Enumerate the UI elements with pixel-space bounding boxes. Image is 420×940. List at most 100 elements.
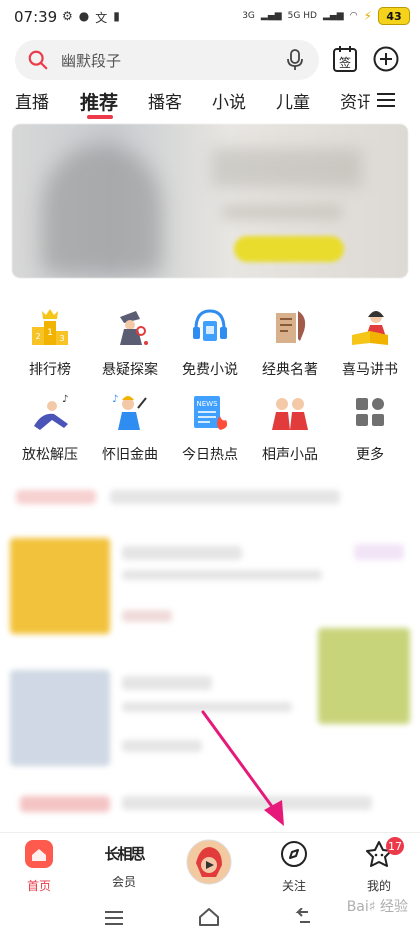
tab-news[interactable]: 资讯 [340,88,370,113]
category-label: 更多 [356,447,384,463]
feed-cover-1[interactable] [10,538,110,634]
category-classics[interactable]: 经典名著 [248,305,332,379]
center-cover-icon [186,839,232,885]
banner-headline-blur [212,148,362,188]
status-bar: 07:39 ⚙ ● 文 ▮ 3G ▂▄▆ 5G HD ▂▄▆ ◠ ⚡ 43 [0,0,420,34]
checkin-calendar-icon[interactable]: 签 [332,45,358,73]
category-label: 排行榜 [29,362,71,378]
category-label: 放松解压 [22,447,78,463]
quill-scroll-icon [276,311,306,343]
teacher-icon [352,311,388,345]
search-placeholder: 幽默段子 [61,51,122,70]
back-icon[interactable] [292,908,312,926]
bottom-nav: 首页 长相思 会员 关注 17 我的 [0,832,420,895]
vip-icon: 长相思 [104,845,145,863]
feed-line-blur-2 [122,796,372,810]
svg-text:NEWS: NEWS [196,400,218,408]
nav-center-player[interactable] [174,839,244,889]
translate-icon: 文 [95,11,108,25]
feed-badge-blur [354,544,404,560]
channel-tabs: 直播 推荐 播客 小说 儿童 资讯 [0,88,420,122]
compass-icon [281,841,307,867]
tab-novel[interactable]: 小说 [212,88,246,113]
feed-cover-2[interactable] [10,670,110,766]
category-oldies[interactable]: ♪ 怀旧金曲 [88,390,172,464]
menu-icon[interactable] [376,92,396,108]
svg-text:3: 3 [59,334,64,343]
category-label: 免费小说 [182,362,238,378]
battery-saver-icon: ▮ [113,9,120,23]
banner-subline-blur [222,204,342,220]
nav-vip[interactable]: 长相思 会员 [89,839,159,890]
nav-follow[interactable]: 关注 [259,839,329,894]
feed-title-blur-2 [122,676,212,690]
gear-icon: ⚙ [62,9,73,23]
baidu-watermark-logo: Bai♯ 经验 [346,899,408,915]
category-label: 今日热点 [182,447,238,463]
search-bar[interactable]: 幽默段子 [15,40,319,80]
category-free-novel[interactable]: 免费小说 [168,305,252,379]
home-system-icon[interactable] [198,907,220,927]
nav-label: 首页 [26,879,51,893]
nav-home[interactable]: 首页 [4,839,74,894]
category-book-talk[interactable]: 喜马讲书 [328,305,412,379]
checkin-label: 签 [339,55,351,70]
category-comedy[interactable]: 相声小品 [248,390,332,464]
nav-label: 会员 [111,875,136,889]
network-2: 5G HD [287,11,317,21]
svg-text:2: 2 [35,332,40,341]
feed-tag-blur [16,490,96,504]
category-relax[interactable]: ♪ 放松解压 [8,390,92,464]
search-icon [28,50,48,70]
status-notification-icons: ⚙ ● 文 ▮ [62,9,120,26]
home-icon [25,840,53,868]
battery-indicator: 43 [378,7,410,25]
charging-icon: ⚡ [363,9,372,23]
tab-live[interactable]: 直播 [15,88,49,113]
microphone-icon[interactable] [285,48,305,72]
tab-podcast[interactable]: 播客 [148,88,182,113]
comedy-icon [272,398,308,430]
nav-label: 我的 [366,879,391,893]
chat-bubble-icon: ● [78,9,90,23]
news-icon: NEWS [194,396,228,430]
content-feed [0,470,420,830]
banner-cta-button[interactable] [234,236,344,262]
feed-line-blur [110,490,340,504]
category-mystery[interactable]: 悬疑探案 [88,305,172,379]
recent-apps-icon[interactable] [104,910,124,926]
category-more[interactable]: 更多 [328,390,412,464]
add-circle-icon[interactable] [373,46,399,72]
category-label: 喜马讲书 [342,362,398,378]
notification-badge: 17 [386,837,404,855]
network-1: 3G [242,11,255,21]
signal-icon-2: ▂▄▆ [322,11,344,21]
detective-icon [120,311,148,345]
wifi-icon: ◠ [349,11,358,21]
svg-text:♪: ♪ [112,394,118,405]
feed-tag-blur-2 [20,796,110,812]
active-tab-indicator [87,115,113,119]
category-hot-news[interactable]: NEWS 今日热点 [168,390,252,464]
singer-icon: ♪ [112,394,147,430]
feed-desc-blur-2 [122,702,292,712]
status-right: 3G ▂▄▆ 5G HD ▂▄▆ ◠ ⚡ 43 [242,7,410,25]
nav-label: 关注 [281,879,306,893]
feed-title-blur-1 [122,546,242,560]
feed-desc-blur-1 [122,570,322,580]
feed-meta-blur-2 [122,740,202,752]
svg-text:♪: ♪ [62,394,68,405]
category-label: 怀旧金曲 [102,447,158,463]
feed-meta-blur-1 [122,610,172,622]
signal-icon: ▂▄▆ [260,11,282,21]
tab-kids[interactable]: 儿童 [276,88,310,113]
promo-banner[interactable] [12,124,408,278]
category-label: 悬疑探案 [102,362,158,378]
relax-icon: ♪ [34,394,68,430]
category-ranking[interactable]: 2 1 3 排行榜 [8,305,92,379]
tab-recommend[interactable]: 推荐 [80,88,118,115]
svg-text:1: 1 [47,328,53,338]
nav-mine[interactable]: 17 我的 [344,837,414,894]
feed-ad-image[interactable] [318,628,410,724]
category-label: 相声小品 [262,447,318,463]
